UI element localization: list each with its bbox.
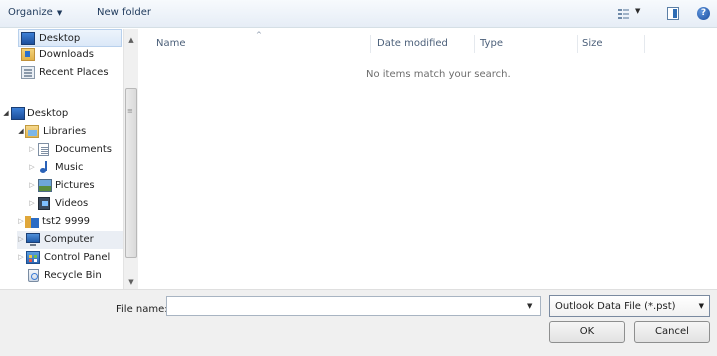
scroll-grip-icon: ≡ [127, 107, 133, 115]
nav-item-control-panel[interactable]: ▷ Control Panel [17, 249, 122, 267]
nav-item-label: Recent Places [39, 67, 109, 78]
organize-label: Organize [8, 7, 53, 18]
expand-arrow-icon[interactable]: ◢ [2, 109, 10, 117]
nav-item-label: Libraries [43, 126, 87, 137]
nav-item-label: Pictures [55, 180, 95, 191]
expand-arrow-icon[interactable]: ▷ [17, 253, 25, 261]
column-header-date-modified[interactable]: Date modified [377, 38, 448, 49]
file-name-label: File name: [116, 304, 168, 315]
change-view-button[interactable]: ▼ [618, 7, 642, 20]
nav-item-label: Computer [44, 234, 94, 245]
nav-item-label: Videos [55, 198, 89, 209]
column-divider[interactable] [644, 35, 645, 53]
downloads-folder-icon [21, 48, 35, 61]
expand-arrow-icon[interactable]: ▷ [28, 163, 36, 171]
scroll-up-icon[interactable]: ▲ [124, 33, 138, 47]
navigation-scrollbar[interactable]: ▲ ≡ ▼ [123, 29, 138, 289]
nav-item-label: Desktop [39, 33, 81, 44]
ok-button[interactable]: OK [549, 321, 625, 343]
chevron-down-icon: ▼ [56, 9, 63, 17]
file-name-input[interactable] [166, 296, 541, 316]
nav-item-label: Desktop [27, 108, 69, 119]
view-details-icon [618, 9, 629, 19]
nav-item-label: Music [55, 162, 84, 173]
nav-item-videos[interactable]: ▷ Videos [28, 195, 122, 213]
chevron-down-icon[interactable]: ▼ [527, 302, 532, 310]
chevron-down-icon: ▼ [635, 7, 641, 15]
new-folder-button[interactable]: New folder [97, 7, 151, 18]
scroll-down-icon[interactable]: ▼ [124, 275, 138, 289]
nav-item-label: tst2 9999 [42, 216, 91, 227]
recycle-bin-icon [28, 269, 39, 282]
column-divider[interactable] [474, 35, 475, 53]
user-folder-icon [25, 215, 39, 228]
music-icon [38, 161, 52, 174]
column-header-size[interactable]: Size [582, 38, 603, 49]
libraries-icon [25, 125, 39, 138]
empty-folder-message: No items match your search. [366, 69, 511, 80]
column-header-type[interactable]: Type [480, 38, 503, 49]
nav-item-label: Control Panel [44, 252, 111, 263]
expand-arrow-icon[interactable]: ▷ [28, 199, 36, 207]
desktop-icon [11, 107, 25, 120]
videos-icon [38, 197, 50, 210]
expand-arrow-icon[interactable]: ▷ [28, 181, 36, 189]
column-divider[interactable] [577, 35, 578, 53]
pictures-icon [38, 179, 52, 192]
nav-item-desktop[interactable]: ◢ Desktop [2, 105, 122, 123]
nav-item-label: Recycle Bin [44, 270, 102, 281]
file-type-select[interactable]: Outlook Data File (*.pst) ▼ [549, 295, 710, 317]
navigation-pane: Desktop Downloads Recent Places ◢ Deskto… [0, 29, 138, 289]
file-type-selected-value: Outlook Data File (*.pst) [555, 301, 676, 312]
nav-item-recent-places[interactable]: Recent Places [18, 64, 122, 82]
nav-item-downloads[interactable]: Downloads [18, 46, 122, 64]
nav-item-label: Downloads [39, 49, 94, 60]
cancel-button[interactable]: Cancel [634, 321, 710, 343]
expand-arrow-icon[interactable]: ▷ [28, 145, 36, 153]
organize-button[interactable]: Organize ▼ [8, 7, 62, 18]
expand-arrow-icon[interactable]: ▷ [17, 235, 25, 243]
column-header-name[interactable]: Name [156, 38, 186, 49]
sort-ascending-icon: ^ [256, 31, 262, 39]
expand-arrow-icon[interactable]: ▷ [17, 217, 25, 225]
nav-item-computer[interactable]: ▷ Computer [17, 231, 123, 249]
nav-item-libraries[interactable]: ◢ Libraries [17, 123, 122, 141]
toolbar: Organize ▼ New folder ▼ ? [0, 0, 717, 28]
help-icon[interactable]: ? [697, 7, 710, 20]
nav-item-tst2-9999[interactable]: ▷ tst2 9999 [17, 213, 122, 231]
recent-places-icon [21, 66, 35, 79]
documents-icon [38, 143, 49, 156]
nav-item-documents[interactable]: ▷ Documents [28, 141, 122, 159]
desktop-icon [21, 32, 35, 45]
chevron-down-icon: ▼ [698, 302, 704, 310]
computer-icon [26, 233, 40, 246]
preview-pane-icon[interactable] [667, 7, 679, 20]
control-panel-icon [26, 251, 40, 264]
nav-item-music[interactable]: ▷ Music [28, 159, 122, 177]
expand-arrow-icon[interactable]: ◢ [17, 127, 25, 135]
column-divider[interactable] [370, 35, 371, 53]
nav-item-recycle-bin[interactable]: Recycle Bin [17, 267, 122, 285]
nav-item-pictures[interactable]: ▷ Pictures [28, 177, 122, 195]
nav-item-favorites-desktop[interactable]: Desktop [18, 29, 122, 47]
nav-item-label: Documents [55, 144, 113, 155]
